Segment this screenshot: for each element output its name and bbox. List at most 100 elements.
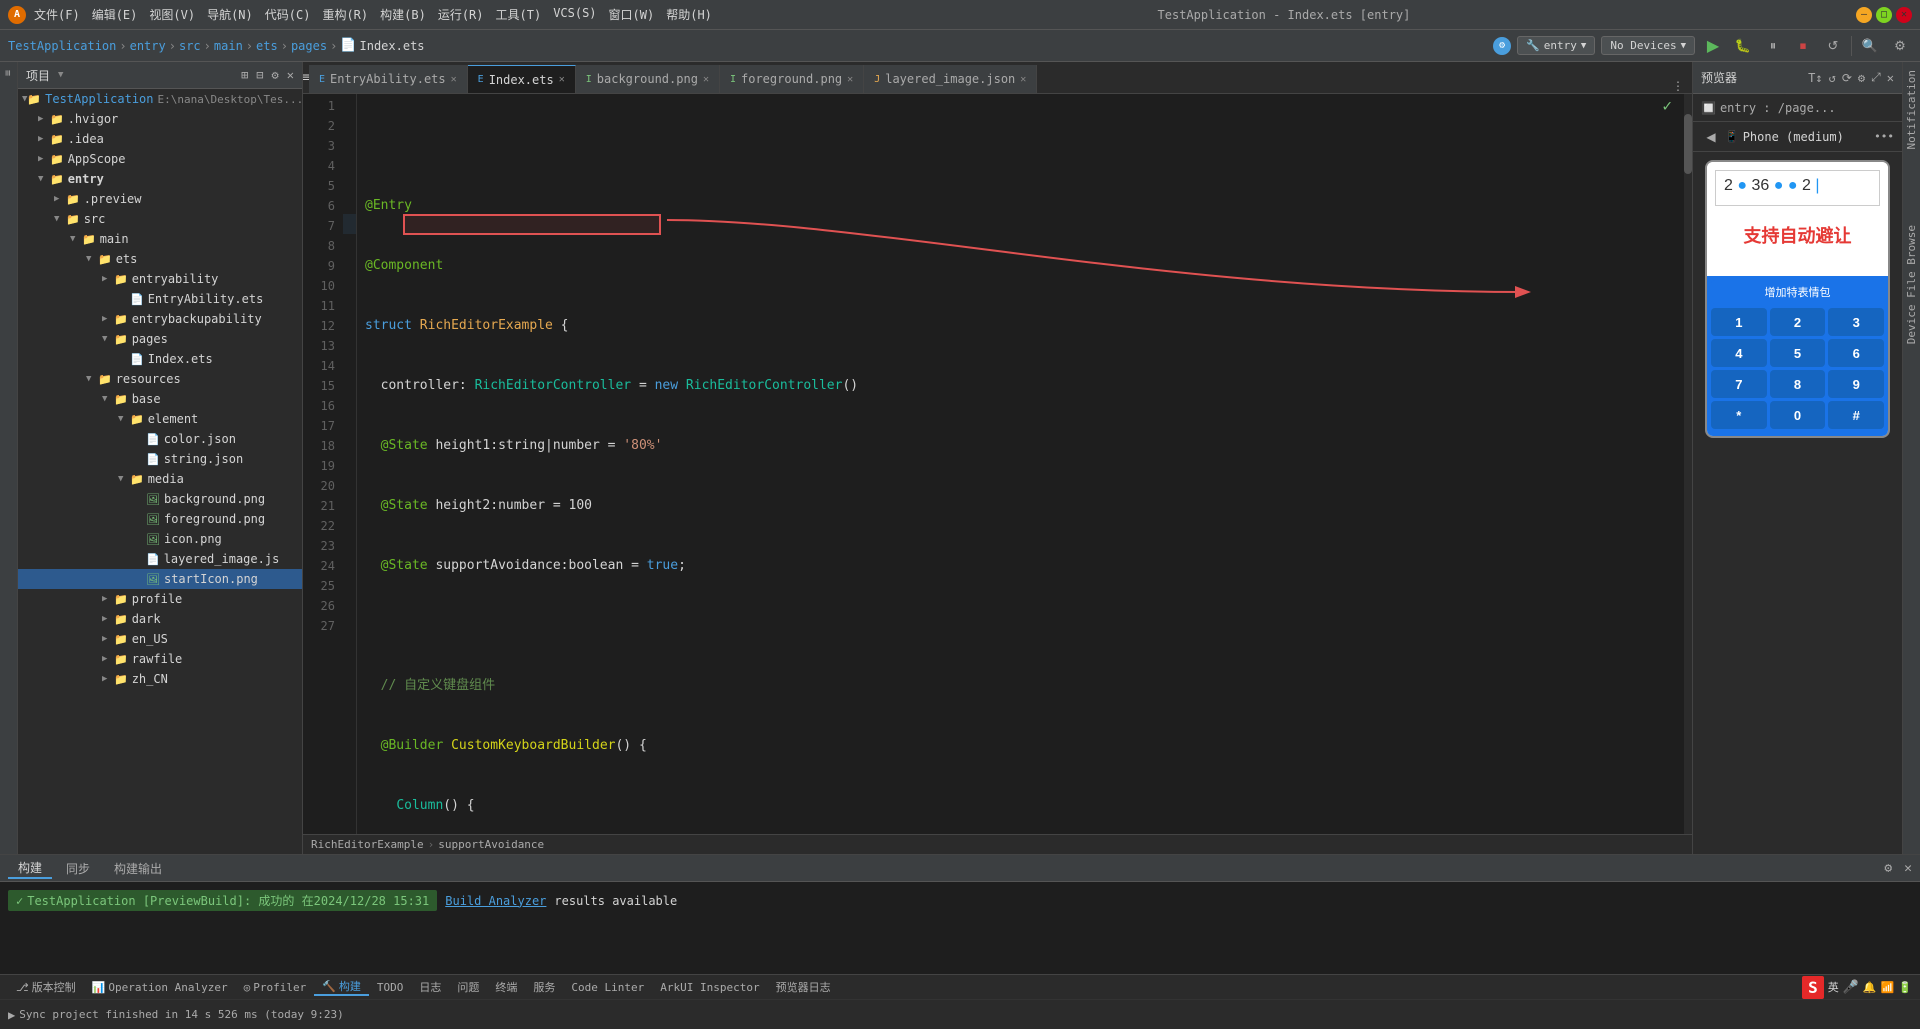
preview-back-btn[interactable]: ◀: [1701, 127, 1721, 147]
debug-button[interactable]: 🐛: [1731, 34, 1755, 58]
tree-ets[interactable]: ▼📁ets: [18, 249, 302, 269]
code-editor[interactable]: 12345 678910 1112131415 1617181920 21222…: [303, 94, 1692, 834]
menu-run[interactable]: 运行(R): [438, 6, 484, 23]
menu-bar[interactable]: 文件(F) 编辑(E) 视图(V) 导航(N) 代码(C) 重构(R) 构建(B…: [34, 6, 712, 23]
menu-window[interactable]: 窗口(W): [609, 6, 655, 23]
tab-layered-json[interactable]: J layered_image.json ✕: [864, 65, 1037, 93]
maximize-button[interactable]: □: [1876, 7, 1892, 23]
sync-expand-icon[interactable]: ▶: [8, 1008, 15, 1022]
menu-vcs[interactable]: VCS(S): [553, 6, 596, 23]
tree-rawfile[interactable]: ▶📁rawfile: [18, 649, 302, 669]
close-button[interactable]: ✕: [1896, 7, 1912, 23]
tab-background-png[interactable]: I background.png ✕: [576, 65, 720, 93]
breadcrumb-project[interactable]: TestApplication: [8, 39, 116, 53]
right-tab-device-files[interactable]: Device File Browse: [1903, 217, 1920, 352]
tree-profile[interactable]: ▶📁profile: [18, 589, 302, 609]
reload-button[interactable]: ↺: [1821, 34, 1845, 58]
scrollbar-thumb[interactable]: [1684, 114, 1692, 174]
key-8[interactable]: 8: [1770, 370, 1826, 398]
tree-entrybackup[interactable]: ▶📁entrybackupability: [18, 309, 302, 329]
menu-navigate[interactable]: 导航(N): [207, 6, 253, 23]
settings-button[interactable]: ⚙: [1888, 34, 1912, 58]
sidebar-settings-icon[interactable]: ⚙: [272, 68, 279, 82]
preview-inspect-icon[interactable]: 🔲: [1701, 101, 1716, 115]
search-button[interactable]: 🔍: [1858, 34, 1882, 58]
sidebar-collapse-icon[interactable]: ⊟: [256, 68, 263, 82]
key-7[interactable]: 7: [1711, 370, 1767, 398]
breadcrumb-ets[interactable]: ets: [256, 39, 278, 53]
status-code-linter[interactable]: Code Linter: [563, 981, 652, 994]
tree-base[interactable]: ▼📁base: [18, 389, 302, 409]
build-analyzer-link[interactable]: Build Analyzer: [445, 894, 546, 908]
preview-close-icon[interactable]: ✕: [1887, 71, 1894, 85]
tree-layered-image[interactable]: 📄layered_image.js: [18, 549, 302, 569]
tab-foreground-png[interactable]: I foreground.png ✕: [720, 65, 864, 93]
menu-tools[interactable]: 工具(T): [496, 6, 542, 23]
search-icon[interactable]: ⚙: [1493, 37, 1511, 55]
code-content[interactable]: @Entry @Component struct RichEditorExamp…: [357, 94, 1684, 834]
breadcrumb-entry[interactable]: entry: [130, 39, 166, 53]
status-log[interactable]: 日志: [411, 979, 449, 995]
status-operation[interactable]: 📊 Operation Analyzer: [84, 981, 236, 994]
stop-button[interactable]: ⏹: [1791, 34, 1815, 58]
tree-src[interactable]: ▼📁src: [18, 209, 302, 229]
bottom-tab-sync[interactable]: 同步: [56, 857, 100, 879]
tree-en-us[interactable]: ▶📁en_US: [18, 629, 302, 649]
entry-selector[interactable]: 🔧 entry ▼: [1517, 36, 1595, 55]
tree-background-png[interactable]: 🖼background.png: [18, 489, 302, 509]
key-0[interactable]: 0: [1770, 401, 1826, 429]
key-1[interactable]: 1: [1711, 308, 1767, 336]
menu-edit[interactable]: 编辑(E): [92, 6, 138, 23]
preview-expand-icon[interactable]: ⤢: [1871, 70, 1881, 85]
status-profiler[interactable]: ◎ Profiler: [236, 981, 315, 994]
mic-icon[interactable]: 🎤: [1843, 980, 1859, 995]
tab-close-index[interactable]: ✕: [559, 74, 565, 85]
preview-more-icon[interactable]: •••: [1874, 130, 1894, 143]
status-arkui[interactable]: ArkUI Inspector: [652, 981, 767, 994]
breadcrumb-pages[interactable]: pages: [291, 39, 327, 53]
tree-entry[interactable]: ▼📁entry: [18, 169, 302, 189]
keyboard-special-btn[interactable]: 增加特表情包: [1711, 280, 1884, 304]
menu-refactor[interactable]: 重构(R): [322, 6, 368, 23]
status-terminal[interactable]: 终端: [487, 979, 525, 995]
tree-preview-folder[interactable]: ▶📁.preview: [18, 189, 302, 209]
tree-root[interactable]: ▼ 📁 TestApplication E:\nana\Desktop\Tes.…: [18, 89, 302, 109]
tab-index-ets[interactable]: E Index.ets ✕: [468, 65, 576, 93]
preview-font-icon[interactable]: T↕: [1808, 71, 1822, 85]
tree-entryability[interactable]: ▶📁entryability: [18, 269, 302, 289]
tree-color-json[interactable]: 📄color.json: [18, 429, 302, 449]
tab-close-entryability[interactable]: ✕: [451, 74, 457, 85]
menu-help[interactable]: 帮助(H): [666, 6, 712, 23]
status-preview-log[interactable]: 预览器日志: [768, 979, 839, 995]
status-todo[interactable]: TODO: [369, 981, 412, 994]
tree-media[interactable]: ▼📁media: [18, 469, 302, 489]
editor-scrollbar[interactable]: [1684, 94, 1692, 834]
bottom-tab-build[interactable]: 构建: [8, 857, 52, 879]
tree-starticon-png[interactable]: 🖼startIcon.png: [18, 569, 302, 589]
phone-input[interactable]: 2 ● 36 ● ● 2 |: [1715, 170, 1880, 206]
tab-entryability[interactable]: E EntryAbility.ets ✕: [309, 65, 468, 93]
tab-close-fg[interactable]: ✕: [847, 74, 853, 85]
key-9[interactable]: 9: [1828, 370, 1884, 398]
key-2[interactable]: 2: [1770, 308, 1826, 336]
tree-foreground-png[interactable]: 🖼foreground.png: [18, 509, 302, 529]
wifi-icon[interactable]: 📶: [1881, 981, 1895, 994]
tree-appscope[interactable]: ▶📁AppScope: [18, 149, 302, 169]
phone-keyboard[interactable]: 增加特表情包 1 2 3 4 5 6 7 8 9: [1707, 276, 1888, 436]
menu-file[interactable]: 文件(F): [34, 6, 80, 23]
key-4[interactable]: 4: [1711, 339, 1767, 367]
tree-string-json[interactable]: 📄string.json: [18, 449, 302, 469]
bottom-close-icon[interactable]: ✕: [1904, 861, 1912, 876]
key-5[interactable]: 5: [1770, 339, 1826, 367]
tree-index-ets[interactable]: 📄Index.ets: [18, 349, 302, 369]
notify-icon[interactable]: 🔔: [1863, 981, 1877, 994]
tree-zh-cn[interactable]: ▶📁zh_CN: [18, 669, 302, 689]
status-problem[interactable]: 问题: [449, 979, 487, 995]
key-hash[interactable]: #: [1828, 401, 1884, 429]
profile-button[interactable]: ⏸: [1761, 34, 1785, 58]
key-6[interactable]: 6: [1828, 339, 1884, 367]
sidebar-close-icon[interactable]: ✕: [287, 68, 294, 82]
tree-main[interactable]: ▼📁main: [18, 229, 302, 249]
bottom-settings-icon[interactable]: ⚙: [1884, 861, 1892, 876]
preview-rotate-icon[interactable]: ⟳: [1842, 71, 1852, 85]
